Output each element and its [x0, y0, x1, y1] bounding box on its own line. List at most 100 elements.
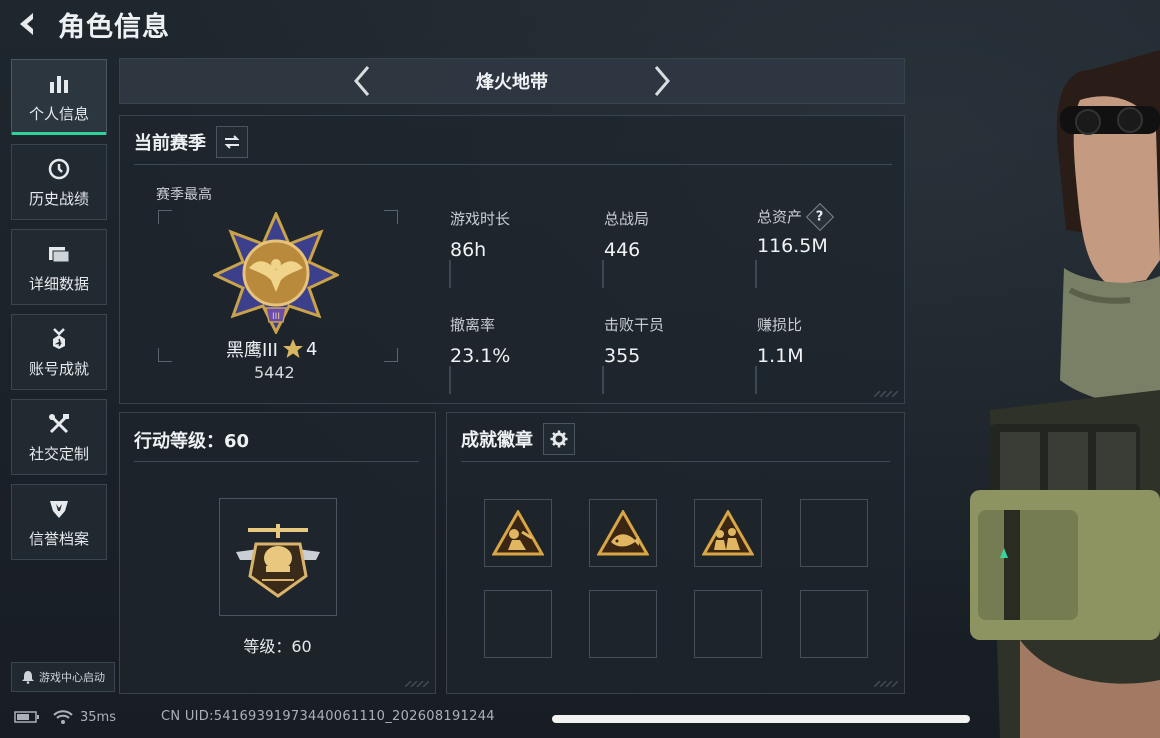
stat-play-time: 游戏时长 86h	[450, 208, 510, 261]
game-center-launch-button[interactable]: 游戏中心启动	[11, 662, 115, 692]
divider	[134, 461, 419, 462]
season-header: 当前赛季	[134, 126, 248, 158]
rank-emblem-icon: III	[211, 210, 341, 338]
stat-total-matches: 总战局 446	[604, 208, 649, 261]
stat-divider	[602, 366, 604, 394]
stat-operators-defeated: 击败干员 355	[604, 314, 664, 367]
rank-name-text: 黑鹰III	[226, 340, 278, 361]
stat-divider	[755, 260, 757, 288]
sidebar-item-label: 账号成就	[28, 359, 89, 378]
bar-chart-icon	[46, 71, 72, 97]
stat-label-row: 总资产 ?	[757, 202, 835, 231]
bell-icon	[22, 671, 34, 684]
fish-badge-icon	[597, 510, 649, 556]
page-title: 角色信息	[58, 11, 170, 43]
mode-selector: 烽火地带	[119, 58, 905, 104]
achievement-medal-icon	[46, 326, 72, 352]
swap-icon	[224, 135, 240, 149]
season-title: 当前赛季	[134, 133, 206, 154]
frame-corner	[384, 210, 398, 224]
stat-divider	[449, 366, 451, 394]
stat-label: 总战局	[604, 210, 650, 228]
status-bar: 35ms	[14, 709, 116, 725]
home-indicator[interactable]	[552, 715, 970, 723]
sidebar-item-personal-info[interactable]: 个人信息	[11, 59, 107, 135]
action-level-title: 行动等级：60	[134, 431, 250, 452]
level-text: 等级：60	[243, 637, 312, 656]
character-portrait	[960, 40, 1160, 738]
prev-mode-button[interactable]	[342, 61, 382, 101]
mode-title: 烽火地带	[476, 72, 548, 93]
star-icon	[282, 339, 303, 358]
history-clock-icon	[46, 156, 72, 182]
badge-slot[interactable]	[589, 499, 657, 567]
season-best-label: 赛季最高	[156, 187, 212, 203]
stat-total-assets: 总资产 ? 116.5M	[757, 202, 835, 257]
badge-slot-empty[interactable]	[694, 590, 762, 658]
badge-slot-empty[interactable]	[800, 499, 868, 567]
stat-label: 总资产	[757, 208, 803, 226]
stat-value: 446	[604, 239, 641, 261]
stat-label: 撤离率	[450, 316, 496, 334]
rank-stars: 4	[305, 338, 318, 360]
sidebar-item-history[interactable]: 历史战绩	[11, 144, 107, 220]
corner-decoration	[405, 681, 429, 687]
badge-slot-empty[interactable]	[484, 590, 552, 658]
chevron-right-icon	[654, 66, 670, 96]
back-arrow-icon	[20, 13, 33, 35]
badge-slot[interactable]	[694, 499, 762, 567]
stat-value: 355	[604, 345, 641, 367]
sidebar-item-label: 社交定制	[28, 444, 89, 463]
stat-divider	[449, 260, 451, 288]
stat-divider	[602, 260, 604, 288]
back-button[interactable]	[10, 7, 44, 41]
wifi-icon	[53, 710, 73, 724]
badge-slot[interactable]	[484, 499, 552, 567]
sidebar-item-label: 详细数据	[28, 274, 89, 293]
achievement-badges-panel: 成就徽章	[446, 412, 905, 694]
squad-badge-icon	[702, 510, 754, 556]
credit-shield-icon	[46, 496, 72, 522]
page-header: 角色信息	[10, 4, 170, 44]
stat-label: 击败干员	[604, 316, 665, 334]
stat-profit-loss-ratio: 赚损比 1.1M	[757, 314, 804, 367]
sidebar-item-label: 历史战绩	[28, 189, 89, 208]
action-level-panel: 行动等级：60 等级：60	[119, 412, 436, 694]
sidebar-item-credit-record[interactable]: 信誉档案	[11, 484, 107, 560]
next-mode-button[interactable]	[642, 61, 682, 101]
gear-icon	[550, 430, 568, 448]
svg-text:III: III	[272, 312, 280, 322]
badges-header: 成就徽章	[461, 423, 575, 455]
frame-corner	[384, 348, 398, 362]
rank-name: 黑鹰III 4	[226, 336, 317, 362]
battery-icon	[14, 711, 39, 723]
sidebar-item-label: 信誉档案	[28, 529, 89, 548]
stat-label: 游戏时长	[450, 210, 511, 228]
stat-value: 116.5M	[757, 235, 828, 257]
badge-slot-empty[interactable]	[589, 590, 657, 658]
sidebar-item-achievements[interactable]: 账号成就	[11, 314, 107, 390]
frame-corner	[158, 210, 172, 224]
ping-text: 35ms	[80, 709, 116, 725]
sidebar-item-social-custom[interactable]: 社交定制	[11, 399, 107, 475]
folder-icon	[46, 241, 72, 267]
stat-label: 赚损比	[757, 316, 803, 334]
sidebar: 个人信息 历史战绩 详细数据 账号成就 社交定制 信誉档案	[11, 59, 107, 569]
stat-value: 1.1M	[757, 345, 804, 367]
stat-extract-rate: 撤离率 23.1%	[450, 314, 510, 367]
switch-season-button[interactable]	[216, 126, 248, 158]
badge-slot-empty[interactable]	[800, 590, 868, 658]
corner-decoration	[874, 391, 898, 397]
badge-settings-button[interactable]	[543, 423, 575, 455]
sidebar-item-label: 个人信息	[28, 104, 89, 123]
corner-decoration	[874, 681, 898, 687]
launch-label: 游戏中心启动	[39, 671, 105, 684]
sidebar-item-detailed-data[interactable]: 详细数据	[11, 229, 107, 305]
frame-corner	[158, 348, 172, 362]
stat-value: 86h	[450, 239, 487, 261]
user-uid: CN UID:54169391973440061110_202608191244	[161, 709, 495, 724]
help-button[interactable]: ?	[805, 202, 835, 231]
tools-icon	[46, 411, 72, 437]
help-icon: ?	[816, 208, 824, 224]
helicopter-emblem-icon	[236, 524, 320, 598]
